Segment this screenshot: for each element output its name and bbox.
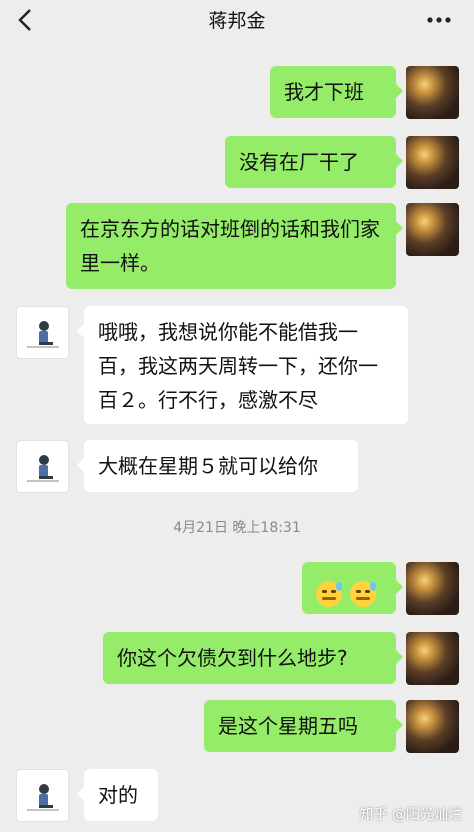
message-text: 没有在厂干了 — [239, 150, 359, 174]
figure-icon — [27, 455, 59, 482]
timestamp: 4月21日 晚上18:31 — [173, 520, 301, 536]
chat-title: 蒋邦金 — [208, 10, 266, 32]
my-avatar[interactable] — [406, 700, 459, 753]
message-text: 你这个欠债欠到什么地步? — [117, 646, 348, 670]
bubble-tail — [396, 154, 403, 168]
bubble-tail — [396, 580, 403, 594]
message-bubble[interactable] — [302, 562, 396, 614]
my-avatar[interactable] — [406, 136, 459, 189]
contact-avatar[interactable] — [16, 306, 69, 359]
bubble-tail — [396, 650, 403, 664]
my-avatar[interactable] — [406, 203, 459, 256]
watermark: 知乎 @阳光灿烂 — [359, 807, 462, 823]
message-bubble[interactable]: 大概在星期５就可以给你 — [84, 440, 358, 492]
bubble-tail — [77, 787, 84, 801]
bubble-tail — [396, 221, 403, 235]
message-bubble[interactable]: 对的 — [84, 769, 158, 821]
message-bubble[interactable]: 我才下班 — [270, 66, 396, 118]
figure-icon — [27, 784, 59, 811]
bubble-tail — [77, 324, 84, 338]
chat-header: 蒋邦金 — [0, 0, 474, 42]
message-bubble[interactable]: 你这个欠债欠到什么地步? — [103, 632, 396, 684]
more-options-icon[interactable] — [426, 10, 452, 30]
message-bubble[interactable]: 在京东方的话对班倒的话和我们家里一样。 — [66, 203, 396, 289]
message-bubble[interactable]: 是这个星期五吗 — [204, 700, 396, 752]
my-avatar[interactable] — [406, 66, 459, 119]
figure-icon — [27, 321, 59, 348]
message-bubble[interactable]: 没有在厂干了 — [225, 136, 396, 188]
message-text: 在京东方的话对班倒的话和我们家里一样。 — [80, 217, 380, 275]
message-text: 是这个星期五吗 — [218, 714, 358, 738]
my-avatar[interactable] — [406, 562, 459, 615]
message-text: 我才下班 — [284, 80, 364, 104]
message-text: 大概在星期５就可以给你 — [98, 454, 318, 478]
sweat-smile-emoji-icon — [350, 580, 377, 607]
message-text: 哦哦，我想说你能不能借我一百，我这两天周转一下，还你一百２。行不行，感激不尽 — [98, 320, 378, 412]
bubble-tail — [77, 458, 84, 472]
my-avatar[interactable] — [406, 632, 459, 685]
message-bubble[interactable]: 哦哦，我想说你能不能借我一百，我这两天周转一下，还你一百２。行不行，感激不尽 — [84, 306, 408, 424]
bubble-tail — [396, 84, 403, 98]
contact-avatar[interactable] — [16, 440, 69, 493]
bubble-tail — [396, 718, 403, 732]
contact-avatar[interactable] — [16, 769, 69, 822]
sweat-smile-emoji-icon — [316, 580, 342, 607]
message-text: 对的 — [98, 783, 138, 807]
